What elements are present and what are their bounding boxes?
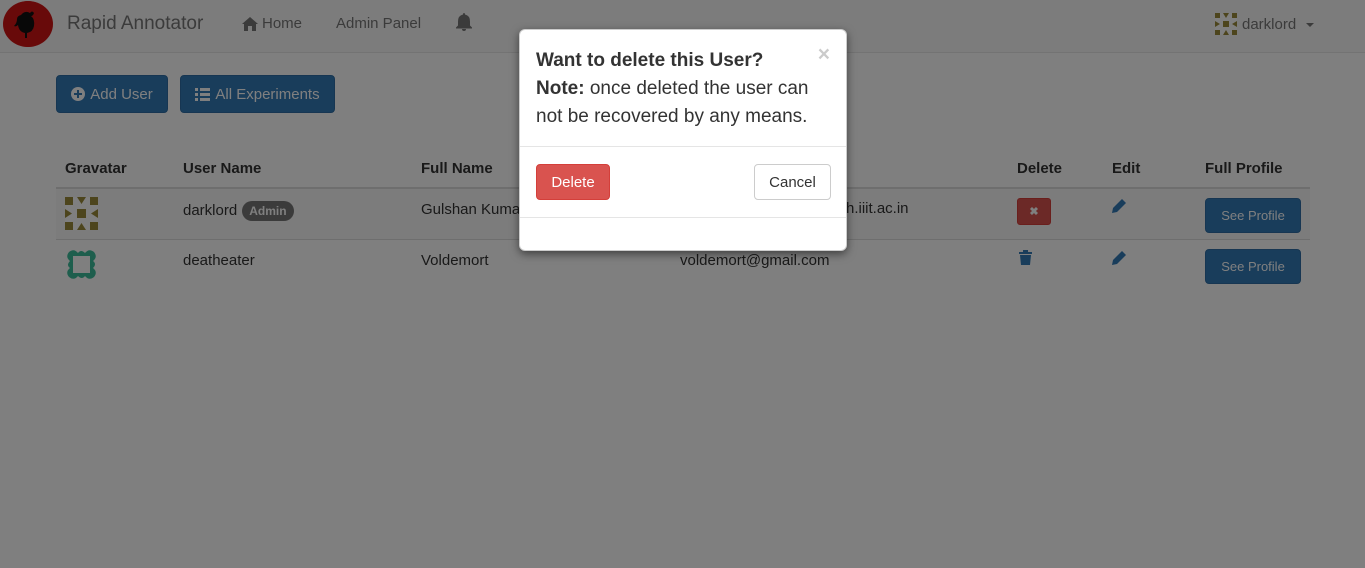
delete-user-modal: Want to delete this User? Note: once del… bbox=[519, 29, 847, 251]
confirm-delete-button[interactable]: Delete bbox=[536, 164, 610, 200]
modal-note-label: Note: bbox=[536, 78, 585, 99]
cancel-button[interactable]: Cancel bbox=[754, 164, 831, 200]
close-icon[interactable]: × bbox=[818, 44, 830, 65]
modal-header: Want to delete this User? Note: once del… bbox=[520, 30, 846, 147]
modal-title: Want to delete this User? Note: once del… bbox=[536, 47, 836, 131]
modal-actions: Delete Cancel bbox=[520, 147, 846, 218]
modal-heading: Want to delete this User? bbox=[536, 50, 764, 71]
